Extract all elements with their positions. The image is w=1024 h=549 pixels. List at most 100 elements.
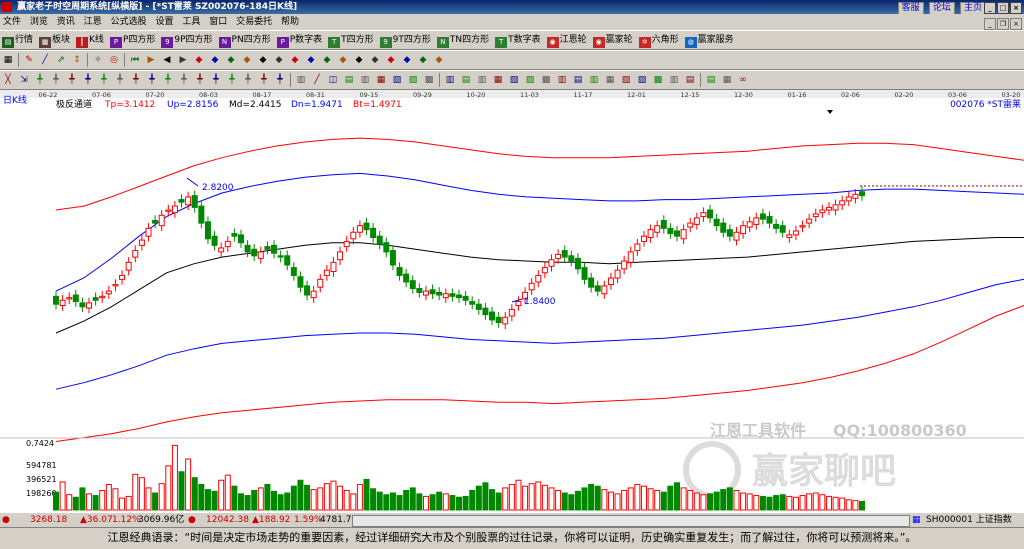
minimize-icon[interactable]: _ [984,2,996,14]
tool-tool-icon[interactable]: ▧ [619,73,633,87]
tool-tool-icon[interactable]: ▩ [651,73,665,87]
toolbar-button-10[interactable]: T T数字表 [493,31,545,49]
tool-tool-icon[interactable]: ▩ [539,73,553,87]
mdi-restore-icon[interactable]: ❐ [997,18,1009,30]
tool-tool-icon[interactable]: ▥ [294,73,308,87]
draw-tool-icon[interactable]: ▶ [176,53,190,67]
tool-tool-icon[interactable]: ╇ [33,73,47,87]
menu-settings[interactable]: 设置 [152,14,176,30]
draw-tool-icon[interactable]: ╱ [38,53,52,67]
toolbar-button-3[interactable]: P P四方形 [108,31,159,49]
draw-tool-icon[interactable]: ✎ [22,53,36,67]
draw-tool-icon[interactable]: ↕ [70,53,84,67]
tool-tool-icon[interactable]: ╳ [1,73,15,87]
tool-tool-icon[interactable]: ╱ [310,73,324,87]
tool-tool-icon[interactable]: ▩ [422,73,436,87]
tool-tool-icon[interactable]: ╇ [241,73,255,87]
tool-tool-icon[interactable]: ◫ [326,73,340,87]
kline-chart[interactable]: 06-22 07-06 07-20 08-03 08-17 08-31 09-15 09-29… [0,90,1024,512]
tool-tool-icon[interactable]: ▦ [374,73,388,87]
tool-tool-icon[interactable]: ∞ [736,73,750,87]
draw-tool-icon[interactable]: ▦ [1,53,15,67]
tool-tool-icon[interactable]: ▦ [720,73,734,87]
tool-tool-icon[interactable]: ▤ [704,73,718,87]
tool-tool-icon[interactable]: ▥ [587,73,601,87]
maximize-icon[interactable]: □ [997,2,1009,14]
menu-help[interactable]: 帮助 [278,14,302,30]
tool-tool-icon[interactable]: ▤ [683,73,697,87]
tool-tool-icon[interactable]: ▥ [475,73,489,87]
close-icon[interactable]: × [1010,2,1022,14]
toolbar-button-7[interactable]: T T四方形 [326,31,378,49]
toolbar-button-14[interactable]: ◍ 赢家服务 [683,31,738,49]
draw-tool-icon[interactable]: ◆ [432,53,446,67]
menu-gann[interactable]: 江恩 [81,14,105,30]
tool-tool-icon[interactable]: ▥ [667,73,681,87]
draw-tool-icon[interactable]: ◆ [256,53,270,67]
toolbar-button-4[interactable]: 9 9P四方形 [159,31,216,49]
tool-tool-icon[interactable]: ▥ [358,73,372,87]
toolbar-button-6[interactable]: P P数字表 [275,31,326,49]
draw-tool-icon[interactable]: ◆ [352,53,366,67]
tool-tool-icon[interactable]: ╇ [193,73,207,87]
toolbar-button-1[interactable]: ▦ 板块 [37,31,74,49]
draw-tool-icon[interactable]: ▶ [144,53,158,67]
draw-tool-icon[interactable]: ◆ [288,53,302,67]
toolbar-button-9[interactable]: N TN四方形 [435,31,493,49]
draw-tool-icon[interactable]: ✧ [91,53,105,67]
menu-browse[interactable]: 浏览 [27,14,51,30]
tool-tool-icon[interactable]: ▥ [555,73,569,87]
tool-tool-icon[interactable]: ╇ [177,73,191,87]
tool-tool-icon[interactable]: ╇ [273,73,287,87]
draw-tool-icon[interactable]: ◆ [272,53,286,67]
tool-tool-icon[interactable]: ╇ [225,73,239,87]
draw-tool-icon[interactable]: ◆ [304,53,318,67]
toolbar-button-11[interactable]: ◉ 江恩轮 [545,31,591,49]
tool-tool-icon[interactable]: ╇ [97,73,111,87]
toolbar-button-8[interactable]: 9 9T四方形 [378,31,435,49]
tool-tool-icon[interactable]: ╇ [129,73,143,87]
draw-tool-icon[interactable]: ◆ [416,53,430,67]
tool-tool-icon[interactable]: ▧ [507,73,521,87]
toolbar-button-12[interactable]: ◉ 赢家轮 [591,31,637,49]
tool-tool-icon[interactable]: ▦ [603,73,617,87]
tool-tool-icon[interactable]: ╇ [161,73,175,87]
tool-tool-icon[interactable]: ▥ [443,73,457,87]
toolbar-button-2[interactable]: ┃ K线 [74,31,108,49]
menu-formula[interactable]: 公式选股 [108,14,150,30]
draw-tool-icon[interactable]: ◎ [107,53,121,67]
tool-tool-icon[interactable]: ▧ [390,73,404,87]
tool-tool-icon[interactable]: ╇ [65,73,79,87]
horizontal-scrollbar[interactable] [352,515,910,527]
tool-tool-icon[interactable]: ▤ [342,73,356,87]
chart-area[interactable]: 06-22 07-06 07-20 08-03 08-17 08-31 09-15 09-29… [0,90,1024,512]
draw-tool-icon[interactable]: ⏮ [128,53,142,67]
tool-tool-icon[interactable]: ╇ [49,73,63,87]
tool-tool-icon[interactable]: ⇲ [17,73,31,87]
tool-tool-icon[interactable]: ▤ [571,73,585,87]
menu-tools[interactable]: 工具 [179,14,203,30]
draw-tool-icon[interactable]: ⇗ [54,53,68,67]
draw-tool-icon[interactable]: ◆ [336,53,350,67]
mdi-close-icon[interactable]: × [1010,18,1022,30]
draw-tool-icon[interactable]: ◆ [400,53,414,67]
tool-tool-icon[interactable]: ▨ [523,73,537,87]
tool-tool-icon[interactable]: ╇ [145,73,159,87]
tool-tool-icon[interactable]: ╇ [257,73,271,87]
draw-tool-icon[interactable]: ◆ [192,53,206,67]
tool-tool-icon[interactable]: ╇ [113,73,127,87]
draw-tool-icon[interactable]: ◆ [368,53,382,67]
draw-tool-icon[interactable]: ◆ [208,53,222,67]
menu-file[interactable]: 文件 [0,14,24,30]
tool-tool-icon[interactable]: ▦ [491,73,505,87]
mdi-minimize-icon[interactable]: _ [984,18,996,30]
tool-tool-icon[interactable]: ╇ [81,73,95,87]
menu-trade[interactable]: 交易委托 [233,14,275,30]
index-switch-icon[interactable]: ▦ [912,513,921,527]
menu-info[interactable]: 资讯 [54,14,78,30]
draw-tool-icon[interactable]: ◆ [384,53,398,67]
toolbar-button-0[interactable]: ▤ 行情 [0,31,37,49]
draw-tool-icon[interactable]: ◀ [160,53,174,67]
draw-tool-icon[interactable]: ◆ [320,53,334,67]
tool-tool-icon[interactable]: ▨ [635,73,649,87]
